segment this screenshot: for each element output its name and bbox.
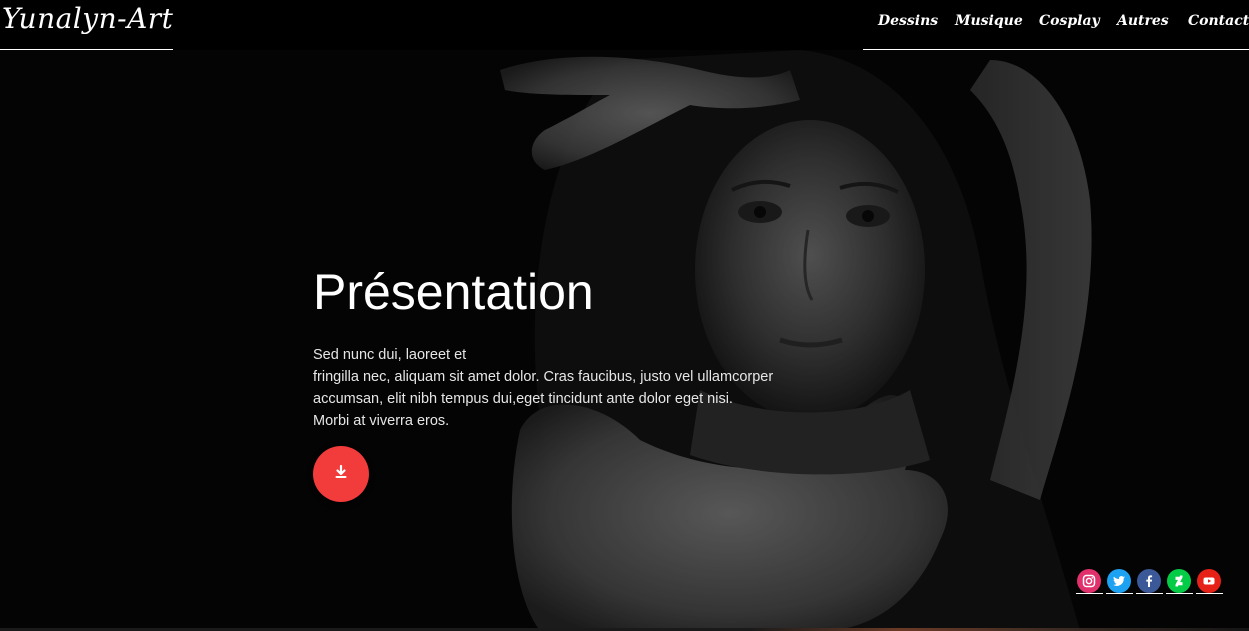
download-icon <box>333 464 349 485</box>
hero-content: Présentation Sed nunc dui, laoreet et fr… <box>313 262 833 432</box>
download-button[interactable] <box>313 446 369 502</box>
description-line: Sed nunc dui, laoreet et <box>313 347 467 363</box>
instagram-icon[interactable] <box>1076 569 1103 594</box>
social-underline <box>1196 593 1223 594</box>
social-underline <box>1166 593 1193 594</box>
logo-underline <box>0 49 173 50</box>
hero-description: Sed nunc dui, laoreet et fringilla nec, … <box>313 344 833 432</box>
deviantart-icon[interactable] <box>1166 569 1193 594</box>
social-underline <box>1076 593 1103 594</box>
description-line: Morbi at viverra eros. <box>313 413 450 429</box>
nav-item-dessins[interactable]: Dessins <box>878 13 938 29</box>
nav-item-cosplay[interactable]: Cosplay <box>1039 13 1100 29</box>
social-links <box>1076 569 1223 595</box>
twitter-icon[interactable] <box>1106 569 1133 594</box>
nav-item-musique[interactable]: Musique <box>955 13 1023 29</box>
youtube-icon[interactable] <box>1196 569 1223 594</box>
page: Yunalyn-Art Dessins Musique Cosplay Autr… <box>0 0 1249 631</box>
facebook-icon[interactable] <box>1136 569 1163 594</box>
social-underline <box>1136 593 1163 594</box>
site-header: Yunalyn-Art Dessins Musique Cosplay Autr… <box>0 0 1249 50</box>
nav-item-contact[interactable]: Contact <box>1188 13 1249 29</box>
main-nav: Dessins Musique Cosplay Autres Contact <box>863 0 1249 50</box>
social-underline <box>1106 593 1133 594</box>
nav-item-autres[interactable]: Autres <box>1117 13 1169 29</box>
description-line: fringilla nec, aliquam sit amet dolor. C… <box>313 369 774 385</box>
site-logo[interactable]: Yunalyn-Art <box>2 2 173 35</box>
description-line: accumsan, elit nibh tempus dui,eget tinc… <box>313 391 733 407</box>
page-title: Présentation <box>313 264 594 320</box>
